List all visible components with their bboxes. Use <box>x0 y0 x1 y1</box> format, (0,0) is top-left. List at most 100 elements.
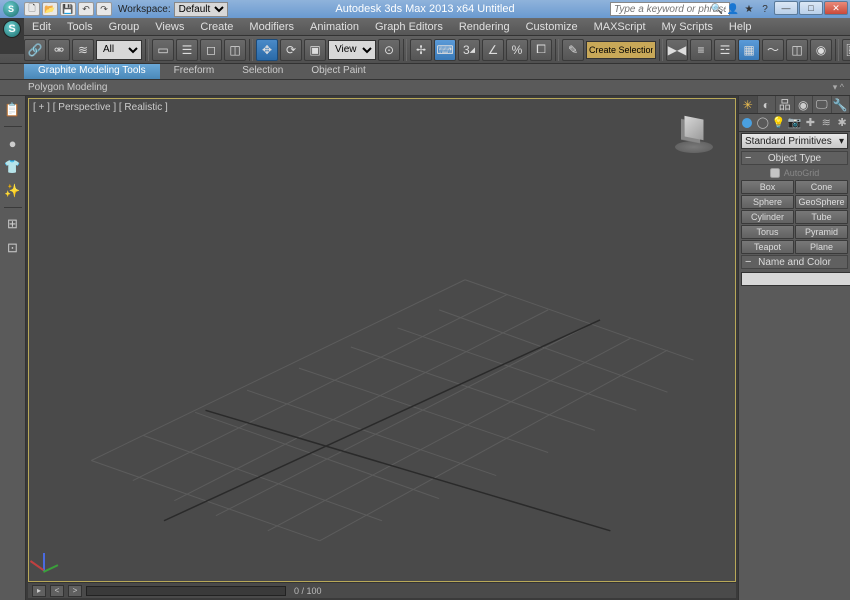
select-move-icon[interactable]: ✥ <box>256 39 278 61</box>
primitive-geosphere[interactable]: GeoSphere <box>795 195 848 209</box>
primitive-pyramid[interactable]: Pyramid <box>795 225 848 239</box>
keyboard-shortcut-icon[interactable]: ⌨ <box>434 39 456 61</box>
maximize-button[interactable]: □ <box>799 1 823 15</box>
sphere-tool-icon[interactable]: ● <box>3 133 23 153</box>
select-scale-icon[interactable]: ▣ <box>304 39 326 61</box>
menu-animation[interactable]: Animation <box>302 19 367 35</box>
close-button[interactable]: ✕ <box>824 1 848 15</box>
redo-icon[interactable]: ↷ <box>96 2 112 16</box>
geometry-category-icon[interactable] <box>739 114 755 131</box>
unlink-icon[interactable]: ⚮ <box>48 39 70 61</box>
select-object-icon[interactable]: ▭ <box>152 39 174 61</box>
primitive-box[interactable]: Box <box>741 180 794 194</box>
primitive-category-select[interactable]: Standard Primitives▾ <box>741 133 848 149</box>
open-file-icon[interactable]: 📂 <box>42 2 58 16</box>
menu-help[interactable]: Help <box>721 19 760 35</box>
cameras-category-icon[interactable]: 📷 <box>787 114 803 131</box>
link-icon[interactable]: 🔗 <box>24 39 46 61</box>
bind-space-warp-icon[interactable]: ≋ <box>72 39 94 61</box>
save-file-icon[interactable]: 💾 <box>60 2 76 16</box>
ribbon-polygon-modeling[interactable]: Polygon Modeling <box>28 82 108 93</box>
angle-snap-icon[interactable]: ∠ <box>482 39 504 61</box>
rollout-name-color[interactable]: −Name and Color <box>741 255 848 269</box>
array-tool-icon[interactable]: ⊞ <box>3 214 23 234</box>
create-panel-tab[interactable]: ✳ <box>739 96 758 113</box>
hierarchy-panel-tab[interactable]: 品 <box>776 96 795 113</box>
primitive-sphere[interactable]: Sphere <box>741 195 794 209</box>
menu-graph-editors[interactable]: Graph Editors <box>367 19 451 35</box>
percent-snap-icon[interactable]: % <box>506 39 528 61</box>
timeline-expand-icon[interactable]: ▸ <box>32 585 46 597</box>
time-track[interactable] <box>86 586 286 596</box>
motion-panel-tab[interactable]: ◉ <box>795 96 814 113</box>
lights-category-icon[interactable]: 💡 <box>771 114 787 131</box>
window-crossing-icon[interactable]: ◫ <box>224 39 246 61</box>
primitive-cone[interactable]: Cone <box>795 180 848 194</box>
menu-group[interactable]: Group <box>101 19 148 35</box>
tab-graphite[interactable]: Graphite Modeling Tools <box>24 64 160 79</box>
brush-tool-icon[interactable]: ✨ <box>3 181 23 201</box>
shapes-category-icon[interactable]: ◯ <box>755 114 771 131</box>
shirt-tool-icon[interactable]: 👕 <box>3 157 23 177</box>
menu-tools[interactable]: Tools <box>59 19 101 35</box>
viewcube[interactable] <box>673 113 715 155</box>
spacewarps-category-icon[interactable]: ≋ <box>818 114 834 131</box>
manipulate-icon[interactable]: ✢ <box>410 39 432 61</box>
display-panel-tab[interactable]: 🖵 <box>813 96 832 113</box>
render-setup-icon[interactable]: 🖼 <box>842 39 850 61</box>
reference-coord-select[interactable]: View <box>328 40 376 60</box>
next-frame-icon[interactable]: > <box>68 585 82 597</box>
app-logo-icon[interactable]: S <box>3 1 19 17</box>
menu-customize[interactable]: Customize <box>518 19 586 35</box>
menu-views[interactable]: Views <box>147 19 192 35</box>
mirror-icon[interactable]: ▶◀ <box>666 39 688 61</box>
menu-rendering[interactable]: Rendering <box>451 19 518 35</box>
align-icon[interactable]: ≡ <box>690 39 712 61</box>
layers-icon[interactable]: ☲ <box>714 39 736 61</box>
primitive-cylinder[interactable]: Cylinder <box>741 210 794 224</box>
rect-region-icon[interactable]: ◻ <box>200 39 222 61</box>
menu-maxscript[interactable]: MAXScript <box>586 19 654 35</box>
menu-myscripts[interactable]: My Scripts <box>654 19 721 35</box>
snap-tool-icon[interactable]: ⊡ <box>3 238 23 258</box>
selection-filter-select[interactable]: All <box>96 40 142 60</box>
schematic-view-icon[interactable]: ◫ <box>786 39 808 61</box>
primitive-tube[interactable]: Tube <box>795 210 848 224</box>
favorite-icon[interactable]: ★ <box>742 2 756 16</box>
utilities-panel-tab[interactable]: 🔧 <box>832 96 850 113</box>
menu-edit[interactable]: Edit <box>24 19 59 35</box>
spinner-snap-icon[interactable]: ⧠ <box>530 39 552 61</box>
edit-named-sel-icon[interactable]: ✎ <box>562 39 584 61</box>
primitive-teapot[interactable]: Teapot <box>741 240 794 254</box>
perspective-viewport[interactable]: [ + ] [ Perspective ] [ Realistic ] <box>28 98 736 582</box>
snap-toggle-icon[interactable]: 3◢ <box>458 39 480 61</box>
modify-panel-tab[interactable]: ◐ <box>758 96 777 113</box>
menu-create[interactable]: Create <box>192 19 241 35</box>
ribbon-collapse-icon[interactable]: ▾ ^ <box>833 82 844 93</box>
search-icon[interactable]: 🔍 <box>710 2 724 16</box>
named-selection-input[interactable] <box>586 41 656 59</box>
rollout-object-type[interactable]: −Object Type <box>741 151 848 165</box>
select-rotate-icon[interactable]: ⟳ <box>280 39 302 61</box>
signin-icon[interactable]: 👤 <box>726 2 740 16</box>
workspace-select[interactable]: Default <box>174 2 228 17</box>
primitive-torus[interactable]: Torus <box>741 225 794 239</box>
new-file-icon[interactable]: 🗋 <box>24 2 40 16</box>
help-icon[interactable]: ? <box>758 2 772 16</box>
tab-selection[interactable]: Selection <box>228 64 297 79</box>
menu-modifiers[interactable]: Modifiers <box>241 19 302 35</box>
systems-category-icon[interactable]: ✱ <box>834 114 850 131</box>
product-logo[interactable]: S <box>0 18 24 54</box>
object-name-input[interactable] <box>741 272 850 286</box>
primitive-plane[interactable]: Plane <box>795 240 848 254</box>
clipboard-icon[interactable]: 📋 <box>3 100 23 120</box>
pivot-center-icon[interactable]: ⊙ <box>378 39 400 61</box>
minimize-button[interactable]: — <box>774 1 798 15</box>
material-editor-icon[interactable]: ◉ <box>810 39 832 61</box>
tab-object-paint[interactable]: Object Paint <box>297 64 379 79</box>
graphite-toggle-icon[interactable]: ▦ <box>738 39 760 61</box>
tab-freeform[interactable]: Freeform <box>160 64 229 79</box>
prev-frame-icon[interactable]: < <box>50 585 64 597</box>
curve-editor-icon[interactable]: 〜 <box>762 39 784 61</box>
undo-icon[interactable]: ↶ <box>78 2 94 16</box>
